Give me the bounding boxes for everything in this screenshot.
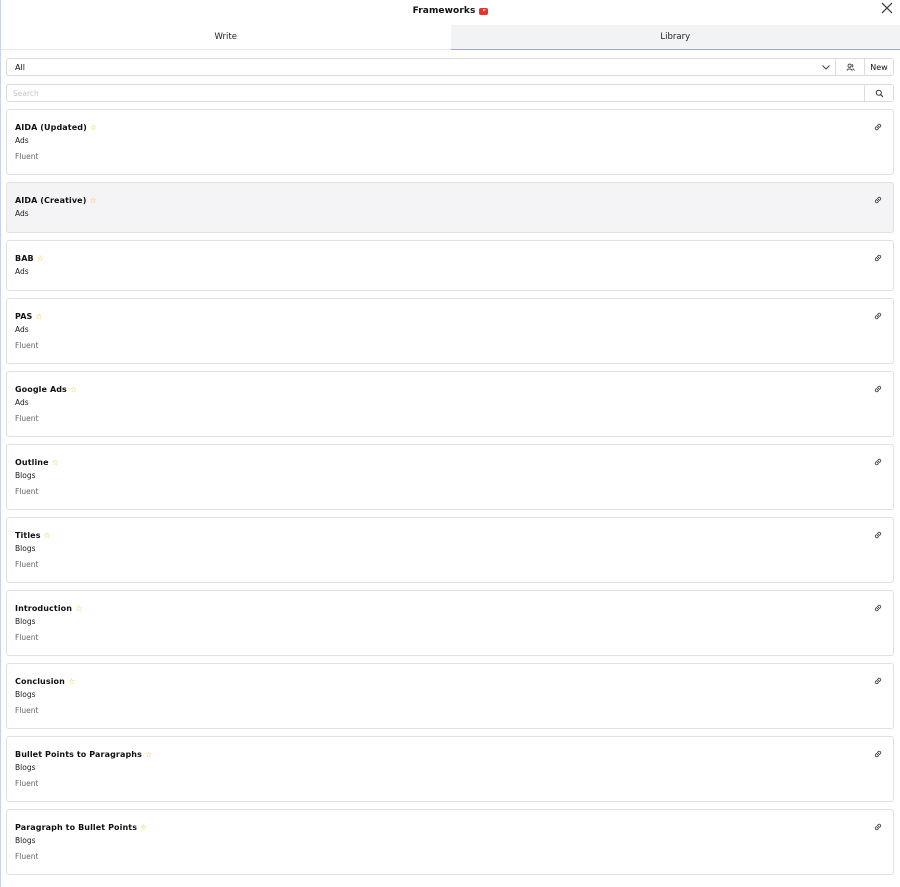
card-title-row: Introduction ☆ <box>15 603 885 614</box>
item-title: Introduction <box>15 604 73 613</box>
search-row <box>6 84 894 102</box>
item-title: PAS <box>15 312 33 321</box>
card-title-row: Titles ☆ <box>15 530 885 541</box>
link-icon[interactable] <box>873 457 883 467</box>
item-subtitle: Fluent <box>15 152 39 161</box>
item-subtitle: Fluent <box>15 852 39 861</box>
list-item[interactable]: AIDA (Creative) ☆ Ads <box>6 182 894 233</box>
list-item[interactable]: PAS ☆ Ads Fluent <box>6 298 894 364</box>
item-title: Bullet Points to Paragraphs <box>15 750 142 759</box>
item-subtitle: Fluent <box>15 560 39 569</box>
item-category: Ads <box>15 209 29 218</box>
link-icon[interactable] <box>873 253 883 263</box>
card-title-row: BAB ☆ <box>15 253 885 264</box>
list-item[interactable]: Titles ☆ Blogs Fluent <box>6 517 894 583</box>
link-icon[interactable] <box>873 603 883 613</box>
item-subtitle: Fluent <box>15 779 39 788</box>
category-select-value: All <box>15 62 25 72</box>
link-icon[interactable] <box>873 822 883 832</box>
list-item[interactable]: BAB ☆ Ads <box>6 240 894 291</box>
card-title-row: Google Ads ☆ <box>15 384 885 395</box>
link-icon[interactable] <box>873 749 883 759</box>
card-title-row: AIDA (Updated) ☆ <box>15 122 885 133</box>
star-icon[interactable]: ☆ <box>37 254 44 263</box>
list-item[interactable]: Bullet Points to Paragraphs ☆ Blogs Flue… <box>6 736 894 802</box>
card-title-row: Bullet Points to Paragraphs ☆ <box>15 749 885 760</box>
list-item[interactable]: Introduction ☆ Blogs Fluent <box>6 590 894 656</box>
item-category: Blogs <box>15 763 36 772</box>
card-title-row: AIDA (Creative) ☆ <box>15 195 885 206</box>
link-icon[interactable] <box>873 311 883 321</box>
search-input[interactable] <box>7 85 864 101</box>
list-item[interactable]: Google Ads ☆ Ads Fluent <box>6 371 894 437</box>
item-title: Google Ads <box>15 385 67 394</box>
item-subtitle: Fluent <box>15 414 39 423</box>
item-category: Ads <box>15 398 29 407</box>
header: Frameworks <box>1 0 900 22</box>
star-icon[interactable]: ☆ <box>89 196 96 205</box>
tab-write[interactable]: Write <box>1 25 451 50</box>
star-icon[interactable]: ☆ <box>90 123 97 132</box>
search-icon <box>875 89 883 97</box>
list-item[interactable]: Conclusion ☆ Blogs Fluent <box>6 663 894 729</box>
item-title: AIDA (Updated) <box>15 123 87 132</box>
item-title: BAB <box>15 254 34 263</box>
item-subtitle: Fluent <box>15 487 39 496</box>
page-title: Frameworks <box>412 6 476 16</box>
framework-list: AIDA (Updated) ☆ Ads Fluent AIDA (Creati… <box>6 109 894 875</box>
item-category: Ads <box>15 267 29 276</box>
filter-row: All New <box>6 58 894 76</box>
item-category: Ads <box>15 136 29 145</box>
link-icon[interactable] <box>873 530 883 540</box>
link-icon[interactable] <box>873 676 883 686</box>
star-icon[interactable]: ☆ <box>52 458 59 467</box>
link-icon[interactable] <box>873 195 883 205</box>
item-category: Blogs <box>15 836 36 845</box>
item-subtitle: Fluent <box>15 706 39 715</box>
star-icon[interactable]: ☆ <box>145 750 152 759</box>
star-icon[interactable]: ☆ <box>75 604 82 613</box>
close-button[interactable] <box>880 1 894 15</box>
title-wrap: Frameworks <box>413 6 489 16</box>
item-category: Blogs <box>15 690 36 699</box>
frameworks-panel: Frameworks Write Library All New Search … <box>0 0 900 887</box>
user-group-button[interactable] <box>835 59 864 75</box>
card-title-row: Outline ☆ <box>15 457 885 468</box>
link-icon[interactable] <box>873 384 883 394</box>
star-icon[interactable]: ☆ <box>44 531 51 540</box>
item-category: Blogs <box>15 471 36 480</box>
tab-bar: Write Library <box>1 25 900 50</box>
item-category: Ads <box>15 325 29 334</box>
category-select[interactable]: All <box>7 59 835 75</box>
search-button[interactable] <box>864 85 893 101</box>
close-icon <box>881 2 893 14</box>
card-title-row: Paragraph to Bullet Points ☆ <box>15 822 885 833</box>
item-category: Blogs <box>15 544 36 553</box>
card-title-row: Conclusion ☆ <box>15 676 885 687</box>
item-title: Conclusion <box>15 677 65 686</box>
list-item[interactable]: Paragraph to Bullet Points ☆ Blogs Fluen… <box>6 809 894 875</box>
item-category: Blogs <box>15 617 36 626</box>
star-icon[interactable]: ☆ <box>70 385 77 394</box>
list-item[interactable]: AIDA (Updated) ☆ Ads Fluent <box>6 109 894 175</box>
item-title: AIDA (Creative) <box>15 196 87 205</box>
user-group-icon <box>846 63 855 71</box>
item-title: Titles <box>15 531 41 540</box>
item-subtitle: Fluent <box>15 341 39 350</box>
item-title: Paragraph to Bullet Points <box>15 823 138 832</box>
star-icon[interactable]: ☆ <box>140 823 147 832</box>
link-icon[interactable] <box>873 122 883 132</box>
new-button[interactable]: New <box>864 59 893 75</box>
youtube-icon[interactable] <box>479 7 489 15</box>
star-icon[interactable]: ☆ <box>35 312 42 321</box>
card-title-row: PAS ☆ <box>15 311 885 322</box>
chevron-down-icon <box>822 65 830 70</box>
item-subtitle: Fluent <box>15 633 39 642</box>
star-icon[interactable]: ☆ <box>68 677 75 686</box>
list-item[interactable]: Outline ☆ Blogs Fluent <box>6 444 894 510</box>
tab-library[interactable]: Library <box>450 25 900 50</box>
item-title: Outline <box>15 458 49 467</box>
